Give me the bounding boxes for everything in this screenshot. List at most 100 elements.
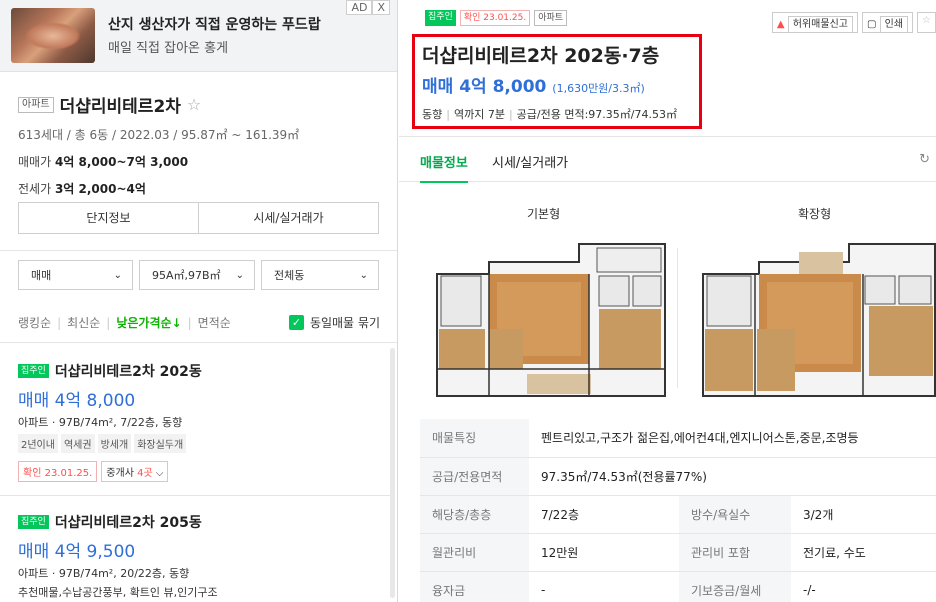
detail-price-main: 매매 4억 8,000 [422, 77, 547, 97]
table-row: 융자금 - 기보증금/월세 -/- [420, 571, 936, 602]
listing-desc: 아파트 · 97B/74m², 7/22층, 동향 [18, 416, 183, 429]
divider [0, 250, 397, 251]
spec-value: 7/22층 [529, 495, 679, 534]
divider [0, 342, 397, 343]
table-row: 매물특징 펜트리있고,구조가 젊은집,에어컨4대,엔지니어스톤,중문,조명등 [420, 419, 936, 458]
jeonse-price-row: 전세가 3억 2,000~4억 [18, 180, 380, 197]
spec-key: 월관리비 [420, 533, 529, 572]
complex-info-button[interactable]: 단지정보 [19, 203, 198, 233]
spec-key: 융자금 [420, 571, 529, 602]
chevron-down-icon: ⌄ [235, 269, 244, 281]
sort-latest[interactable]: 최신순 [67, 314, 100, 331]
detail-price-per-area: (1,630만원/3.3㎡) [552, 82, 645, 95]
spec-key: 매물특징 [420, 419, 529, 458]
checkmark-icon: ✓ [288, 315, 304, 330]
listing-name[interactable]: 더샵리비테르2차 202동 [55, 361, 202, 381]
table-row: 월관리비 12만원 관리비 포함 전기료, 수도 [420, 533, 936, 572]
owner-badge: 집주인 [425, 10, 456, 26]
floorplan-basic-image[interactable] [429, 234, 673, 404]
detail-actions: ▲ 허위매물신고 ▢ 인쇄 ☆ [771, 12, 936, 33]
agents-prefix: 중개사 [106, 468, 138, 479]
trade-type-value: 매매 [31, 269, 52, 282]
ad-title[interactable]: 산지 생산자가 직접 운영하는 푸드랍 [108, 14, 321, 34]
complex-name[interactable]: 더샵리비테르2차 [60, 92, 181, 117]
list-item[interactable]: 집주인 더샵리비테르2차 205동 매매 4억 9,500 아파트 · 97B/… [18, 512, 380, 600]
trade-type-select[interactable]: 매매 ⌄ [18, 260, 133, 290]
spec-value: -/- [791, 571, 936, 602]
sort-bar: 랭킹순 | 최신순 | 낮은가격순↓ | 면적순 ✓ 동일매물 묶기 [18, 314, 380, 331]
refresh-icon[interactable]: ↻ [919, 152, 930, 167]
sort-area[interactable]: 면적순 [198, 314, 231, 331]
listing-price: 매매 4억 9,500 [18, 542, 136, 562]
detail-panel: 집주인 확인 23.01.25. 아파트 ▲ 허위매물신고 ▢ 인쇄 ☆ 더샵리… [399, 0, 936, 602]
sort-low-price[interactable]: 낮은가격순↓ [116, 314, 181, 331]
listing-tag: 화장실두개 [134, 434, 187, 453]
spec-key: 방수/욕실수 [679, 495, 791, 534]
left-panel: 산지 생산자가 직접 운영하는 푸드랍 매일 직접 잡아온 홍게 AD X 아파… [0, 0, 398, 602]
sale-price-label: 매매가 [18, 155, 52, 169]
filter-bar: 매매 ⌄ 95A㎡,97B㎡ ⌄ 전체동 ⌄ [18, 260, 379, 290]
spec-value: 3/2개 [791, 495, 936, 534]
spec-key: 공급/전용면적 [420, 457, 529, 496]
confirm-date-badge: 확인 23.01.25. [459, 10, 531, 26]
type-badge: 아파트 [534, 10, 568, 26]
spec-key: 관리비 포함 [679, 533, 791, 572]
group-listings-checkbox[interactable]: ✓ 동일매물 묶기 [288, 314, 380, 331]
sort-separator: | [106, 315, 111, 330]
building-value: 전체동 [274, 269, 305, 282]
group-listings-label: 동일매물 묶기 [309, 316, 380, 330]
ad-thumbnail-image[interactable] [11, 8, 95, 63]
area-select[interactable]: 95A㎡,97B㎡ ⌄ [139, 260, 255, 290]
chevron-down-icon: ⌵ [152, 468, 164, 479]
ad-subtitle: 매일 직접 잡아온 홍게 [108, 41, 229, 56]
spec-value: 97.35㎡/74.53㎡(전용률77%) [529, 457, 936, 496]
building-select[interactable]: 전체동 ⌄ [261, 260, 379, 290]
ad-tag: AD X [346, 0, 390, 15]
market-price-button[interactable]: 시세/실거래가 [198, 203, 378, 233]
ad-label: AD [346, 0, 373, 15]
listing-tags: 2년이내 역세권 방세개 화장실두개 [18, 434, 380, 453]
report-label: 허위매물신고 [787, 16, 853, 33]
table-row: 해당층/총층 7/22층 방수/욕실수 3/2개 [420, 495, 936, 534]
info-separator: | [446, 108, 450, 121]
direction: 동향 [422, 108, 443, 121]
confirm-date-badge: 확인 23.01.25. [18, 461, 98, 482]
spec-key: 해당층/총층 [420, 495, 529, 534]
print-button[interactable]: ▢ 인쇄 [861, 12, 914, 33]
area-info: 공급/전용 면적:97.35㎡/74.53㎡ [516, 108, 677, 121]
listing-name[interactable]: 더샵리비테르2차 205동 [55, 512, 202, 532]
sort-ranking[interactable]: 랭킹순 [18, 314, 51, 331]
owner-badge: 집주인 [18, 364, 49, 378]
info-separator: | [508, 108, 513, 121]
listing-extra: 추천매물,수납공간풍부, 확트인 뷰,인기구조 [18, 586, 218, 599]
station-distance: 역까지 7분 [453, 108, 505, 121]
agents-dropdown[interactable]: 중개사 4곳 ⌵ [101, 461, 169, 482]
chevron-down-icon: ⌄ [359, 269, 368, 281]
complex-type-tag: 아파트 [18, 96, 54, 113]
sale-price-value: 4억 8,000~7억 3,000 [54, 155, 189, 169]
floorplan-extended-image[interactable] [699, 234, 936, 404]
ad-banner[interactable]: 산지 생산자가 직접 운영하는 푸드랍 매일 직접 잡아온 홍게 AD X [0, 0, 397, 72]
print-label: 인쇄 [879, 16, 909, 33]
detail-title: 더샵리비테르2차 202동·7층 [422, 45, 660, 67]
area-value: 95A㎡,97B㎡ [152, 269, 221, 282]
report-button[interactable]: ▲ 허위매물신고 [771, 12, 858, 33]
detail-price: 매매 4억 8,000 (1,630만원/3.3㎡) [422, 72, 645, 97]
favorite-star-icon[interactable]: ☆ [187, 95, 201, 114]
floorplan-label-extended: 확장형 [798, 207, 832, 221]
spec-value: 전기료, 수도 [791, 533, 936, 572]
listing-tag: 역세권 [60, 434, 95, 453]
floorplan-divider [677, 248, 678, 388]
complex-summary: 아파트 더샵리비테르2차 ☆ 613세대 / 총 6동 / 2022.03 / … [18, 92, 380, 197]
spec-key: 기보증금/월세 [679, 571, 791, 602]
jeonse-price-value: 3억 2,000~4억 [54, 182, 146, 196]
ad-close-icon[interactable]: X [372, 0, 390, 15]
list-item[interactable]: 집주인 더샵리비테르2차 202동 매매 4억 8,000 아파트 · 97B/… [18, 361, 380, 482]
detail-tabs: 매물정보 시세/실거래가 ↻ [399, 136, 936, 183]
tab-market-price[interactable]: 시세/실거래가 [492, 152, 568, 171]
tab-listing-info[interactable]: 매물정보 [420, 152, 468, 183]
scrollbar[interactable] [390, 348, 395, 598]
sort-separator: | [187, 315, 192, 330]
complex-button-row: 단지정보 시세/실거래가 [18, 202, 379, 234]
favorite-star-icon[interactable]: ☆ [917, 12, 936, 33]
